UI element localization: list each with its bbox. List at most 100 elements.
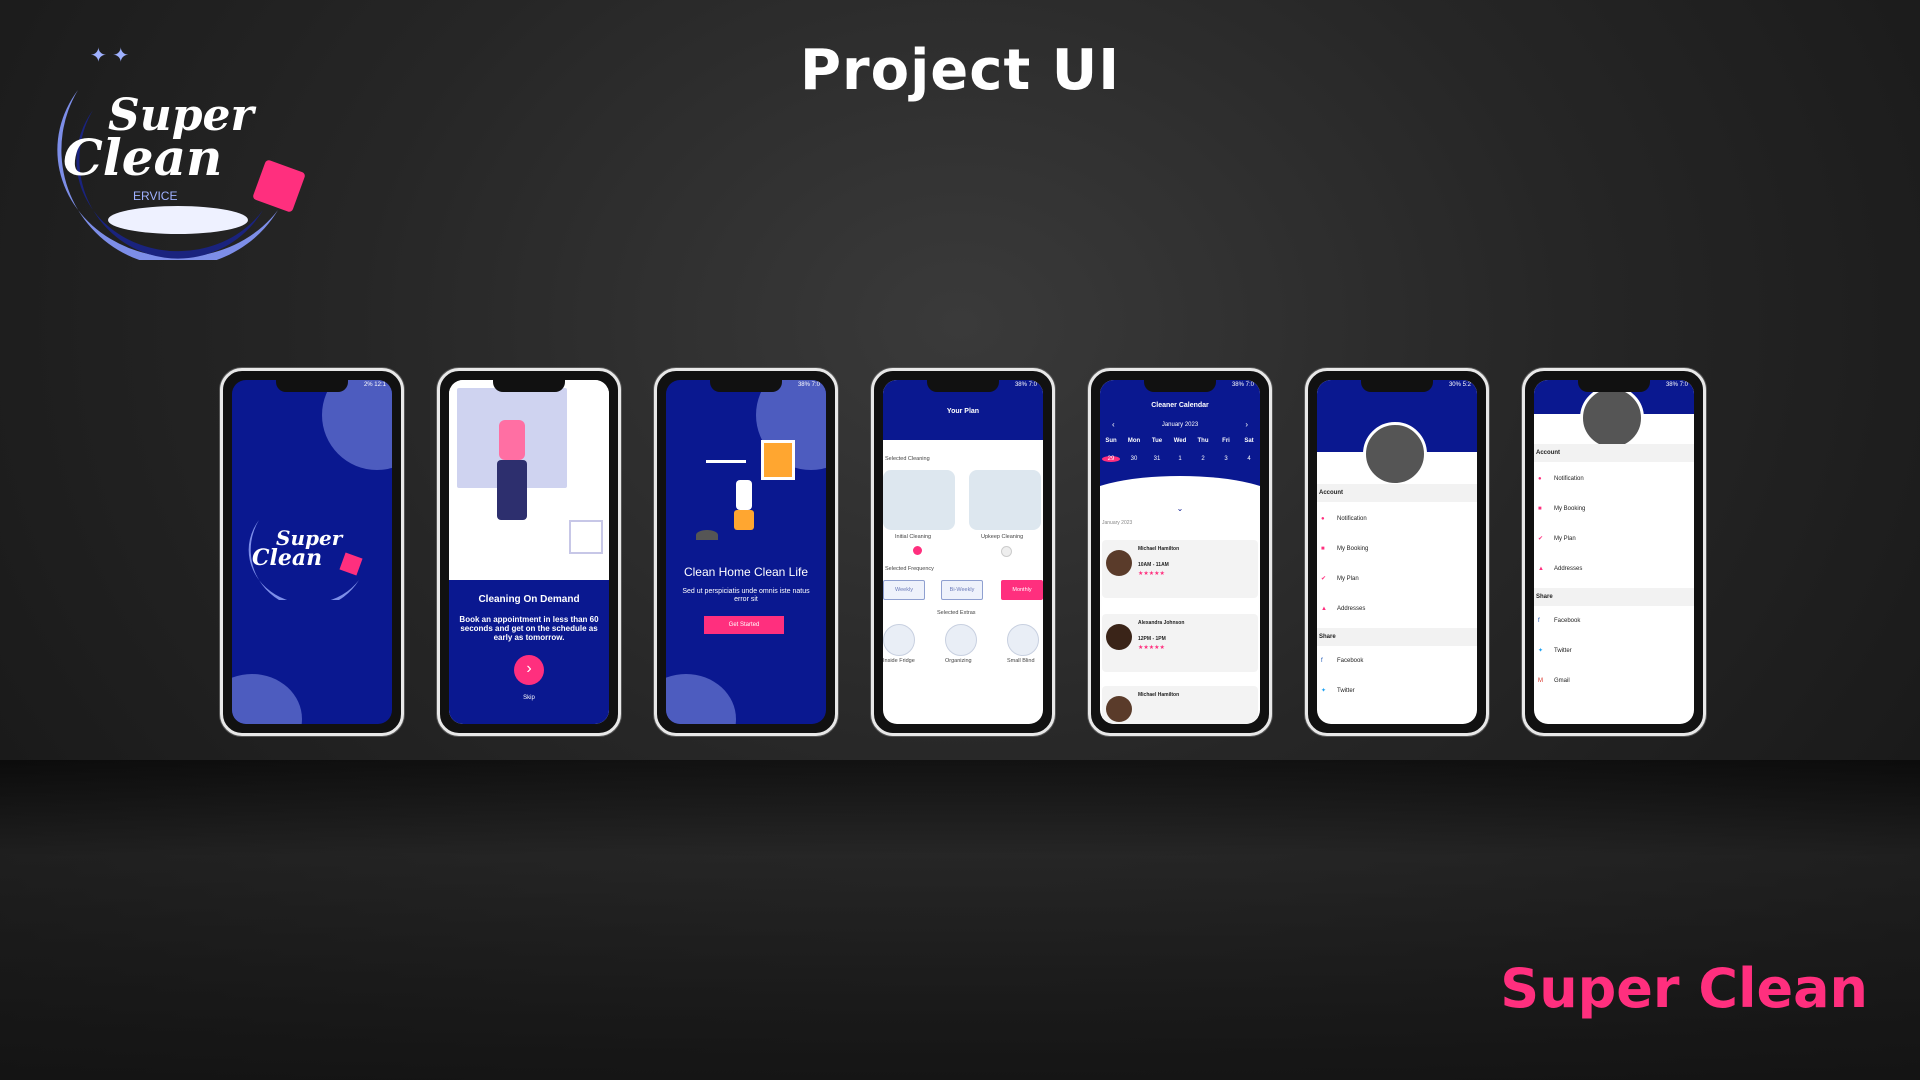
menu-item-addresses[interactable]: ▲ Addresses bbox=[1321, 602, 1477, 616]
upkeep-cleaning-card[interactable] bbox=[969, 470, 1041, 530]
frequency-biweekly[interactable]: Bi-Weekly bbox=[941, 580, 983, 600]
date[interactable]: 1 bbox=[1171, 456, 1189, 462]
option-label: Initial Cleaning bbox=[895, 534, 932, 540]
notch bbox=[1578, 380, 1650, 392]
menu-item-notification[interactable]: ● Notification bbox=[1538, 472, 1694, 486]
menu-label: Facebook bbox=[1337, 658, 1364, 664]
frequency-monthly[interactable]: Monthly bbox=[1001, 580, 1043, 600]
weekday: Wed bbox=[1173, 438, 1187, 444]
menu-item-addresses[interactable]: ▲ Addresses bbox=[1538, 562, 1694, 576]
brand-footer: Super Clean bbox=[1500, 957, 1868, 1020]
menu-item-my-booking[interactable]: ■ My Booking bbox=[1321, 542, 1477, 556]
menu-item-facebook[interactable]: f Facebook bbox=[1321, 654, 1477, 668]
status-bar: 38% 7:0 bbox=[797, 382, 820, 388]
menu-item-my-plan[interactable]: ✔ My Plan bbox=[1538, 532, 1694, 546]
cleaner-name: Alexandra Johnson bbox=[1138, 620, 1185, 626]
notch bbox=[1144, 380, 1216, 392]
menu-label: Twitter bbox=[1337, 688, 1355, 694]
decor-blob bbox=[322, 380, 392, 470]
your-plan-screen: 38% 7:0 Your Plan Selected Cleaning Init… bbox=[883, 380, 1043, 724]
menu-label: Notification bbox=[1337, 516, 1367, 522]
status-bar: 30% 5:2 bbox=[1448, 382, 1471, 388]
menu-label: My Plan bbox=[1554, 536, 1576, 542]
calendar-screen: 38% 7:0 Cleaner Calendar ‹ January 2023 … bbox=[1100, 380, 1260, 724]
menu-label: My Plan bbox=[1337, 576, 1359, 582]
cleaner-card[interactable]: Alexandra Johnson 12PM - 1PM ★★★★★ bbox=[1102, 614, 1258, 672]
phone-menu-1: 30% 5:2 Account ● Notification ■ My Bookin… bbox=[1305, 368, 1489, 736]
map-icon: ▲ bbox=[1538, 566, 1544, 572]
avatar[interactable] bbox=[1580, 386, 1644, 450]
account-section: Account bbox=[1317, 484, 1477, 502]
extra-inside-fridge[interactable] bbox=[883, 624, 915, 656]
gmail-icon: M bbox=[1538, 678, 1543, 684]
option-label: Upkeep Cleaning bbox=[981, 534, 1024, 540]
onboarding-panel: Cleaning On Demand Book an appointment i… bbox=[449, 580, 609, 724]
extra-label: Organizing bbox=[945, 658, 972, 664]
status-bar: 38% 7:0 bbox=[1014, 382, 1037, 388]
cleaner-time: 12PM - 1PM bbox=[1138, 636, 1166, 642]
date-selected[interactable]: 29 bbox=[1102, 456, 1120, 462]
menu-item-my-booking[interactable]: ■ My Booking bbox=[1538, 502, 1694, 516]
date[interactable]: 2 bbox=[1194, 456, 1212, 462]
facebook-icon: f bbox=[1538, 618, 1540, 624]
frame-illustration bbox=[761, 440, 795, 480]
phone-splash: 2% 12:1 Super Clean bbox=[220, 368, 404, 736]
plan-title: Your Plan bbox=[946, 408, 980, 415]
menu-item-my-plan[interactable]: ✔ My Plan bbox=[1321, 572, 1477, 586]
menu-item-gmail[interactable]: M Gmail bbox=[1538, 674, 1694, 688]
chevron-down-icon[interactable]: ⌄ bbox=[1100, 504, 1260, 513]
floor-shadow bbox=[0, 760, 1920, 1080]
avatar[interactable] bbox=[1363, 422, 1427, 486]
phone-menu-2: 38% 7:0 Account ● Notification ■ My Bookin… bbox=[1522, 368, 1706, 736]
person-legs bbox=[734, 510, 754, 530]
shelf-illustration bbox=[706, 460, 746, 463]
frequency-weekly[interactable]: Weekly bbox=[883, 580, 925, 600]
selected-extras-label: Selected Extras bbox=[937, 610, 976, 616]
illustration-area bbox=[449, 380, 609, 580]
extra-small-blind[interactable] bbox=[1007, 624, 1039, 656]
page-title: Project UI bbox=[799, 38, 1121, 103]
menu-label: Twitter bbox=[1554, 648, 1572, 654]
phone-cleaner-calendar: 38% 7:0 Cleaner Calendar ‹ January 2023 … bbox=[1088, 368, 1272, 736]
person-legs bbox=[497, 460, 527, 520]
next-button[interactable]: › bbox=[514, 654, 544, 685]
header-wave bbox=[1100, 476, 1260, 526]
person-illustration bbox=[499, 420, 525, 460]
radio-selected[interactable] bbox=[913, 546, 922, 555]
menu-screen-2: 38% 7:0 Account ● Notification ■ My Bookin… bbox=[1534, 380, 1694, 724]
cleaner-card[interactable]: Michael Hamilton 10AM - 11AM ★★★★★ bbox=[1102, 540, 1258, 598]
status-bar: 38% 7:0 bbox=[1231, 382, 1254, 388]
date[interactable]: 31 bbox=[1148, 456, 1166, 462]
decor-blob bbox=[232, 674, 302, 724]
radio-unselected[interactable] bbox=[1001, 546, 1012, 557]
list-date-label: January 2023 bbox=[1102, 520, 1133, 526]
extra-organizing[interactable] bbox=[945, 624, 977, 656]
chevron-right-icon[interactable]: › bbox=[1245, 420, 1248, 429]
date[interactable]: 30 bbox=[1125, 456, 1143, 462]
menu-item-facebook[interactable]: f Facebook bbox=[1538, 614, 1694, 628]
facebook-icon: f bbox=[1321, 658, 1323, 664]
share-section: Share bbox=[1317, 628, 1477, 646]
menu-screen-1: 30% 5:2 Account ● Notification ■ My Bookin… bbox=[1317, 380, 1477, 724]
onboarding-text: Book an appointment in less than 60 seco… bbox=[459, 615, 599, 643]
menu-label: Gmail bbox=[1554, 678, 1570, 684]
menu-label: My Booking bbox=[1554, 506, 1586, 512]
phone-your-plan: 38% 7:0 Your Plan Selected Cleaning Init… bbox=[871, 368, 1055, 736]
get-started-button[interactable]: Get Started bbox=[704, 616, 784, 634]
date[interactable]: 3 bbox=[1217, 456, 1235, 462]
cleaner-card[interactable]: Michael Hamilton bbox=[1102, 686, 1258, 724]
weekday: Tue bbox=[1151, 438, 1163, 444]
onboarding-screen-1: Cleaning On Demand Book an appointment i… bbox=[449, 380, 609, 724]
menu-item-notification[interactable]: ● Notification bbox=[1321, 512, 1477, 526]
initial-cleaning-card[interactable] bbox=[883, 470, 955, 530]
date[interactable]: 4 bbox=[1240, 456, 1258, 462]
menu-item-twitter[interactable]: ✦ Twitter bbox=[1538, 644, 1694, 658]
notch bbox=[710, 380, 782, 392]
skip-link[interactable]: Skip bbox=[449, 695, 609, 701]
notch bbox=[493, 380, 565, 392]
share-section: Share bbox=[1534, 588, 1694, 606]
onboarding-title: Cleaning On Demand bbox=[478, 594, 580, 605]
selected-cleaning-label: Selected Cleaning bbox=[885, 456, 930, 462]
shelf-illustration bbox=[569, 520, 603, 554]
menu-item-twitter[interactable]: ✦ Twitter bbox=[1321, 684, 1477, 698]
